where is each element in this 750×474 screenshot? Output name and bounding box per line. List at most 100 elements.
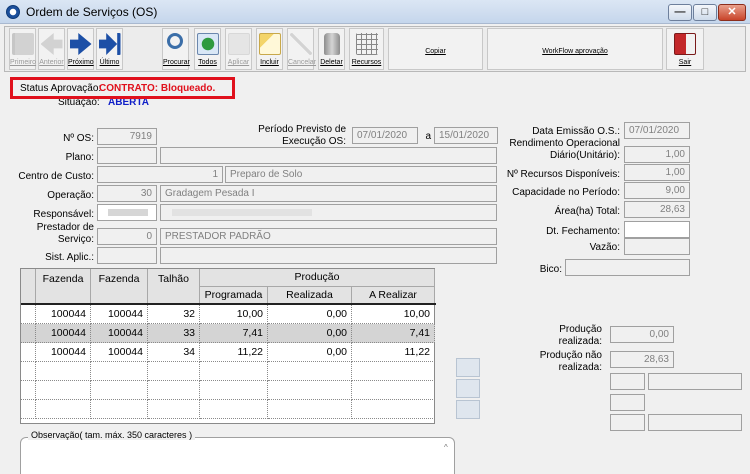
empty-cell[interactable] bbox=[200, 400, 268, 419]
empty-cell[interactable] bbox=[200, 362, 268, 381]
resources-button[interactable]: Recursos bbox=[349, 28, 384, 70]
centro-desc-field[interactable]: Preparo de Solo bbox=[225, 166, 497, 183]
minimize-icon: — bbox=[674, 6, 686, 18]
cell-fazenda-2[interactable]: 100044 bbox=[91, 343, 148, 362]
header-fazenda-1[interactable]: Fazenda bbox=[36, 269, 91, 305]
cell-realizada[interactable]: 0,00 bbox=[268, 324, 352, 343]
cell-realizada[interactable]: 0,00 bbox=[268, 343, 352, 362]
empty-cell[interactable] bbox=[91, 362, 148, 381]
extra-field-4[interactable] bbox=[610, 414, 645, 431]
rendimento-field[interactable]: 1,00 bbox=[624, 146, 690, 163]
vazao-label: Vazão: bbox=[589, 242, 620, 253]
empty-cell[interactable] bbox=[91, 400, 148, 419]
empty-cell[interactable] bbox=[21, 362, 36, 381]
header-talhao[interactable]: Talhão bbox=[148, 269, 200, 305]
sist-aplic-code-field[interactable] bbox=[97, 247, 157, 264]
cell-a-realizar[interactable]: 10,00 bbox=[352, 305, 435, 324]
vazao-field[interactable] bbox=[624, 238, 690, 255]
bico-label: Bico: bbox=[539, 264, 562, 275]
last-button[interactable]: Último bbox=[96, 28, 123, 70]
producao-nao-realizada-field[interactable]: 28,63 bbox=[610, 351, 674, 368]
empty-cell[interactable] bbox=[268, 400, 352, 419]
empty-cell[interactable] bbox=[36, 400, 91, 419]
workflow-button[interactable]: WorkFlow aprovação bbox=[487, 28, 663, 70]
extra-field-1[interactable] bbox=[610, 373, 645, 390]
apply-button[interactable]: Aplicar bbox=[225, 28, 252, 70]
empty-cell[interactable] bbox=[200, 381, 268, 400]
bico-field[interactable] bbox=[565, 259, 690, 276]
cell-fazenda-2[interactable]: 100044 bbox=[91, 305, 148, 324]
copy-button[interactable]: Copiar bbox=[388, 28, 483, 70]
periodo-inicio-field[interactable]: 07/01/2020 bbox=[352, 127, 418, 144]
next-button[interactable]: Próximo bbox=[67, 28, 94, 70]
cell-a-realizar[interactable]: 7,41 bbox=[352, 324, 435, 343]
empty-cell[interactable] bbox=[148, 362, 200, 381]
row-indicator[interactable] bbox=[21, 305, 36, 324]
area-total-field[interactable]: 28,63 bbox=[624, 201, 690, 218]
empty-cell[interactable] bbox=[352, 362, 435, 381]
capacidade-field[interactable]: 9,00 bbox=[624, 182, 690, 199]
maximize-button[interactable]: □ bbox=[693, 4, 717, 21]
search-button[interactable]: Procurar bbox=[162, 28, 190, 70]
operacao-desc-field[interactable]: Gradagem Pesada I bbox=[160, 185, 497, 202]
cancel-button[interactable]: Cancelar bbox=[287, 28, 316, 70]
observacao-textarea[interactable] bbox=[20, 437, 455, 474]
cell-fazenda-2[interactable]: 100044 bbox=[91, 324, 148, 343]
scroll-up-icon[interactable]: ^ bbox=[444, 443, 448, 452]
prestador-desc-field[interactable]: PRESTADOR PADRÃO bbox=[160, 228, 497, 245]
empty-cell[interactable] bbox=[148, 381, 200, 400]
prestador-code-field[interactable]: 0 bbox=[97, 228, 157, 245]
centro-code-field[interactable]: 1 bbox=[97, 166, 223, 183]
row-indicator[interactable] bbox=[21, 343, 36, 362]
recursos-field[interactable]: 1,00 bbox=[624, 164, 690, 181]
include-button[interactable]: Incluir bbox=[256, 28, 283, 70]
empty-cell[interactable] bbox=[268, 381, 352, 400]
minimize-button[interactable]: — bbox=[668, 4, 692, 21]
grid-side-button-2[interactable] bbox=[456, 379, 480, 398]
rendimento-label-1: Rendimento Operacional bbox=[509, 138, 620, 149]
all-button[interactable]: Todos bbox=[194, 28, 221, 70]
extra-field-2[interactable] bbox=[648, 373, 742, 390]
previous-button[interactable]: Anterior bbox=[38, 28, 65, 70]
empty-cell[interactable] bbox=[91, 381, 148, 400]
cell-realizada[interactable]: 0,00 bbox=[268, 305, 352, 324]
empty-cell[interactable] bbox=[36, 362, 91, 381]
cell-fazenda-1[interactable]: 100044 bbox=[36, 343, 91, 362]
close-button[interactable]: ✕ bbox=[718, 4, 746, 21]
grid-side-button-3[interactable] bbox=[456, 400, 480, 419]
extra-field-5[interactable] bbox=[648, 414, 742, 431]
cell-a-realizar[interactable]: 11,22 bbox=[352, 343, 435, 362]
cell-talhao[interactable]: 34 bbox=[148, 343, 200, 362]
area-total-label: Área(ha) Total: bbox=[554, 206, 620, 217]
empty-cell[interactable] bbox=[268, 362, 352, 381]
operacao-code-field[interactable]: 30 bbox=[97, 185, 157, 202]
cell-talhao[interactable]: 32 bbox=[148, 305, 200, 324]
periodo-fim-field[interactable]: 15/01/2020 bbox=[434, 127, 498, 144]
cell-programada[interactable]: 10,00 bbox=[200, 305, 268, 324]
plano-desc-field[interactable] bbox=[160, 147, 497, 164]
first-button[interactable]: Primeiro bbox=[9, 28, 36, 70]
exit-button[interactable]: Sair bbox=[666, 28, 704, 70]
empty-cell[interactable] bbox=[21, 381, 36, 400]
empty-cell[interactable] bbox=[36, 381, 91, 400]
fechamento-field[interactable] bbox=[624, 221, 690, 238]
cell-fazenda-1[interactable]: 100044 bbox=[36, 324, 91, 343]
sist-aplic-desc-field[interactable] bbox=[160, 247, 497, 264]
empty-cell[interactable] bbox=[148, 400, 200, 419]
row-indicator[interactable] bbox=[21, 324, 36, 343]
producao-realizada-field[interactable]: 0,00 bbox=[610, 326, 674, 343]
header-fazenda-2[interactable]: Fazenda bbox=[91, 269, 148, 305]
grid-side-button-1[interactable] bbox=[456, 358, 480, 377]
cell-fazenda-1[interactable]: 100044 bbox=[36, 305, 91, 324]
os-field[interactable]: 7919 bbox=[97, 128, 157, 145]
delete-button[interactable]: Deletar bbox=[318, 28, 345, 70]
cell-programada[interactable]: 11,22 bbox=[200, 343, 268, 362]
extra-field-3[interactable] bbox=[610, 394, 645, 411]
empty-cell[interactable] bbox=[352, 400, 435, 419]
cell-programada[interactable]: 7,41 bbox=[200, 324, 268, 343]
empty-cell[interactable] bbox=[21, 400, 36, 419]
empty-cell[interactable] bbox=[352, 381, 435, 400]
emissao-field[interactable]: 07/01/2020 bbox=[624, 122, 690, 139]
cell-talhao[interactable]: 33 bbox=[148, 324, 200, 343]
plano-code-field[interactable] bbox=[97, 147, 157, 164]
